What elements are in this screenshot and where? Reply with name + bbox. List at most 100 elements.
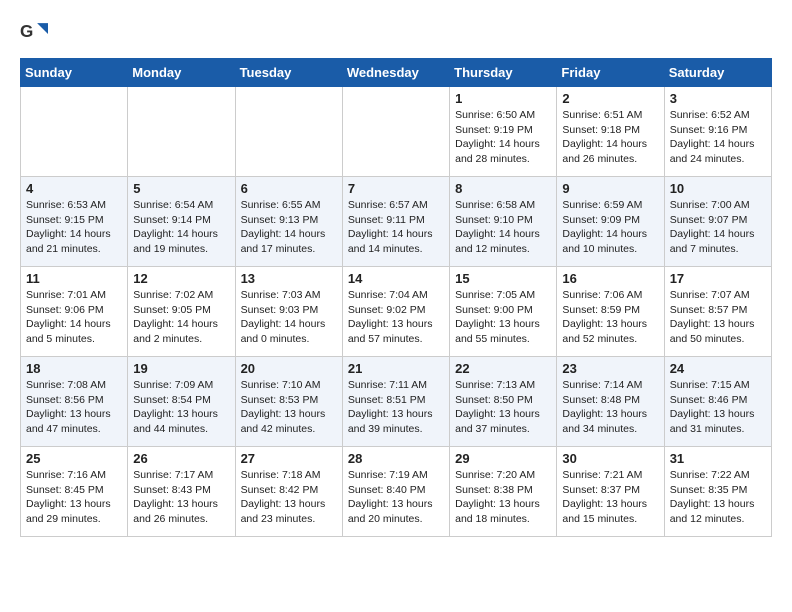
day-info: Sunrise: 7:19 AM Sunset: 8:40 PM Dayligh… [348,468,444,527]
day-number: 3 [670,91,766,106]
calendar-cell: 9 Sunrise: 6:59 AM Sunset: 9:09 PM Daylig… [557,177,664,267]
calendar-cell: 20 Sunrise: 7:10 AM Sunset: 8:53 PM Dayli… [235,357,342,447]
calendar-cell: 16 Sunrise: 7:06 AM Sunset: 8:59 PM Dayli… [557,267,664,357]
calendar-cell: 28 Sunrise: 7:19 AM Sunset: 8:40 PM Dayli… [342,447,449,537]
day-info: Sunrise: 7:09 AM Sunset: 8:54 PM Dayligh… [133,378,229,437]
day-info: Sunrise: 7:20 AM Sunset: 8:38 PM Dayligh… [455,468,551,527]
day-info: Sunrise: 7:06 AM Sunset: 8:59 PM Dayligh… [562,288,658,347]
day-number: 13 [241,271,337,286]
day-info: Sunrise: 6:58 AM Sunset: 9:10 PM Dayligh… [455,198,551,257]
calendar-cell: 19 Sunrise: 7:09 AM Sunset: 8:54 PM Dayli… [128,357,235,447]
calendar-cell: 1 Sunrise: 6:50 AM Sunset: 9:19 PM Daylig… [450,87,557,177]
day-info: Sunrise: 6:52 AM Sunset: 9:16 PM Dayligh… [670,108,766,167]
day-info: Sunrise: 7:21 AM Sunset: 8:37 PM Dayligh… [562,468,658,527]
day-info: Sunrise: 6:53 AM Sunset: 9:15 PM Dayligh… [26,198,122,257]
calendar-cell: 8 Sunrise: 6:58 AM Sunset: 9:10 PM Daylig… [450,177,557,267]
day-number: 20 [241,361,337,376]
day-header-sunday: Sunday [21,59,128,87]
day-number: 24 [670,361,766,376]
day-number: 15 [455,271,551,286]
day-number: 31 [670,451,766,466]
day-info: Sunrise: 7:10 AM Sunset: 8:53 PM Dayligh… [241,378,337,437]
day-number: 29 [455,451,551,466]
calendar-cell [342,87,449,177]
day-info: Sunrise: 7:07 AM Sunset: 8:57 PM Dayligh… [670,288,766,347]
day-number: 21 [348,361,444,376]
day-info: Sunrise: 7:17 AM Sunset: 8:43 PM Dayligh… [133,468,229,527]
calendar-table: SundayMondayTuesdayWednesdayThursdayFrid… [20,58,772,537]
calendar-cell: 27Sunrise: 7:18 AM Sunset: 8:42 PM Dayli… [235,447,342,537]
day-info: Sunrise: 6:54 AM Sunset: 9:14 PM Dayligh… [133,198,229,257]
day-header-monday: Monday [128,59,235,87]
day-info: Sunrise: 7:14 AM Sunset: 8:48 PM Dayligh… [562,378,658,437]
calendar-cell: 21 Sunrise: 7:11 AM Sunset: 8:51 PM Dayli… [342,357,449,447]
day-info: Sunrise: 7:05 AM Sunset: 9:00 PM Dayligh… [455,288,551,347]
calendar-cell [235,87,342,177]
calendar-cell: 7 Sunrise: 6:57 AM Sunset: 9:11 PM Daylig… [342,177,449,267]
calendar-cell: 13 Sunrise: 7:03 AM Sunset: 9:03 PM Dayli… [235,267,342,357]
day-info: Sunrise: 7:08 AM Sunset: 8:56 PM Dayligh… [26,378,122,437]
calendar-cell: 25 Sunrise: 7:16 AM Sunset: 8:45 PM Dayli… [21,447,128,537]
calendar-cell: 31 Sunrise: 7:22 AM Sunset: 8:35 PM Dayli… [664,447,771,537]
day-info: Sunrise: 7:00 AM Sunset: 9:07 PM Dayligh… [670,198,766,257]
day-info: Sunrise: 6:57 AM Sunset: 9:11 PM Dayligh… [348,198,444,257]
day-number: 2 [562,91,658,106]
week-row-2: 4 Sunrise: 6:53 AM Sunset: 9:15 PM Daylig… [21,177,772,267]
logo: G [20,20,52,48]
day-info: Sunrise: 6:51 AM Sunset: 9:18 PM Dayligh… [562,108,658,167]
day-number: 7 [348,181,444,196]
day-number: 30 [562,451,658,466]
day-info: Sunrise: 6:55 AM Sunset: 9:13 PM Dayligh… [241,198,337,257]
day-info: Sunrise: 7:01 AM Sunset: 9:06 PM Dayligh… [26,288,122,347]
day-number: 25 [26,451,122,466]
calendar-cell: 29 Sunrise: 7:20 AM Sunset: 8:38 PM Dayli… [450,447,557,537]
day-info: Sunrise: 7:02 AM Sunset: 9:05 PM Dayligh… [133,288,229,347]
calendar-cell: 11Sunrise: 7:01 AM Sunset: 9:06 PM Dayli… [21,267,128,357]
day-number: 22 [455,361,551,376]
day-number: 10 [670,181,766,196]
calendar-cell [128,87,235,177]
day-number: 18 [26,361,122,376]
day-number: 19 [133,361,229,376]
page-header: G [20,20,772,48]
day-number: 9 [562,181,658,196]
day-header-saturday: Saturday [664,59,771,87]
calendar-cell: 14 Sunrise: 7:04 AM Sunset: 9:02 PM Dayli… [342,267,449,357]
day-number: 1 [455,91,551,106]
day-number: 8 [455,181,551,196]
day-number: 16 [562,271,658,286]
day-header-friday: Friday [557,59,664,87]
calendar-cell: 22 Sunrise: 7:13 AM Sunset: 8:50 PM Dayli… [450,357,557,447]
day-header-wednesday: Wednesday [342,59,449,87]
day-number: 5 [133,181,229,196]
day-number: 14 [348,271,444,286]
day-info: Sunrise: 7:15 AM Sunset: 8:46 PM Dayligh… [670,378,766,437]
day-header-tuesday: Tuesday [235,59,342,87]
calendar-cell: 26 Sunrise: 7:17 AM Sunset: 8:43 PM Dayli… [128,447,235,537]
calendar-cell: 18 Sunrise: 7:08 AM Sunset: 8:56 PM Dayli… [21,357,128,447]
calendar-cell: 6 Sunrise: 6:55 AM Sunset: 9:13 PM Daylig… [235,177,342,267]
week-row-3: 11Sunrise: 7:01 AM Sunset: 9:06 PM Dayli… [21,267,772,357]
day-number: 26 [133,451,229,466]
day-info: Sunrise: 7:18 AM Sunset: 8:42 PM Dayligh… [241,468,337,527]
calendar-cell: 12Sunrise: 7:02 AM Sunset: 9:05 PM Dayli… [128,267,235,357]
day-number: 28 [348,451,444,466]
calendar-header-row: SundayMondayTuesdayWednesdayThursdayFrid… [21,59,772,87]
day-info: Sunrise: 7:22 AM Sunset: 8:35 PM Dayligh… [670,468,766,527]
calendar-cell: 15 Sunrise: 7:05 AM Sunset: 9:00 PM Dayli… [450,267,557,357]
logo-icon: G [20,20,48,48]
day-number: 4 [26,181,122,196]
day-info: Sunrise: 7:03 AM Sunset: 9:03 PM Dayligh… [241,288,337,347]
calendar-cell: 5 Sunrise: 6:54 AM Sunset: 9:14 PM Daylig… [128,177,235,267]
day-info: Sunrise: 6:50 AM Sunset: 9:19 PM Dayligh… [455,108,551,167]
day-info: Sunrise: 7:13 AM Sunset: 8:50 PM Dayligh… [455,378,551,437]
calendar-cell: 23Sunrise: 7:14 AM Sunset: 8:48 PM Dayli… [557,357,664,447]
week-row-5: 25 Sunrise: 7:16 AM Sunset: 8:45 PM Dayli… [21,447,772,537]
day-number: 6 [241,181,337,196]
day-header-thursday: Thursday [450,59,557,87]
day-info: Sunrise: 6:59 AM Sunset: 9:09 PM Dayligh… [562,198,658,257]
day-info: Sunrise: 7:16 AM Sunset: 8:45 PM Dayligh… [26,468,122,527]
day-info: Sunrise: 7:11 AM Sunset: 8:51 PM Dayligh… [348,378,444,437]
day-info: Sunrise: 7:04 AM Sunset: 9:02 PM Dayligh… [348,288,444,347]
calendar-cell: 4 Sunrise: 6:53 AM Sunset: 9:15 PM Daylig… [21,177,128,267]
